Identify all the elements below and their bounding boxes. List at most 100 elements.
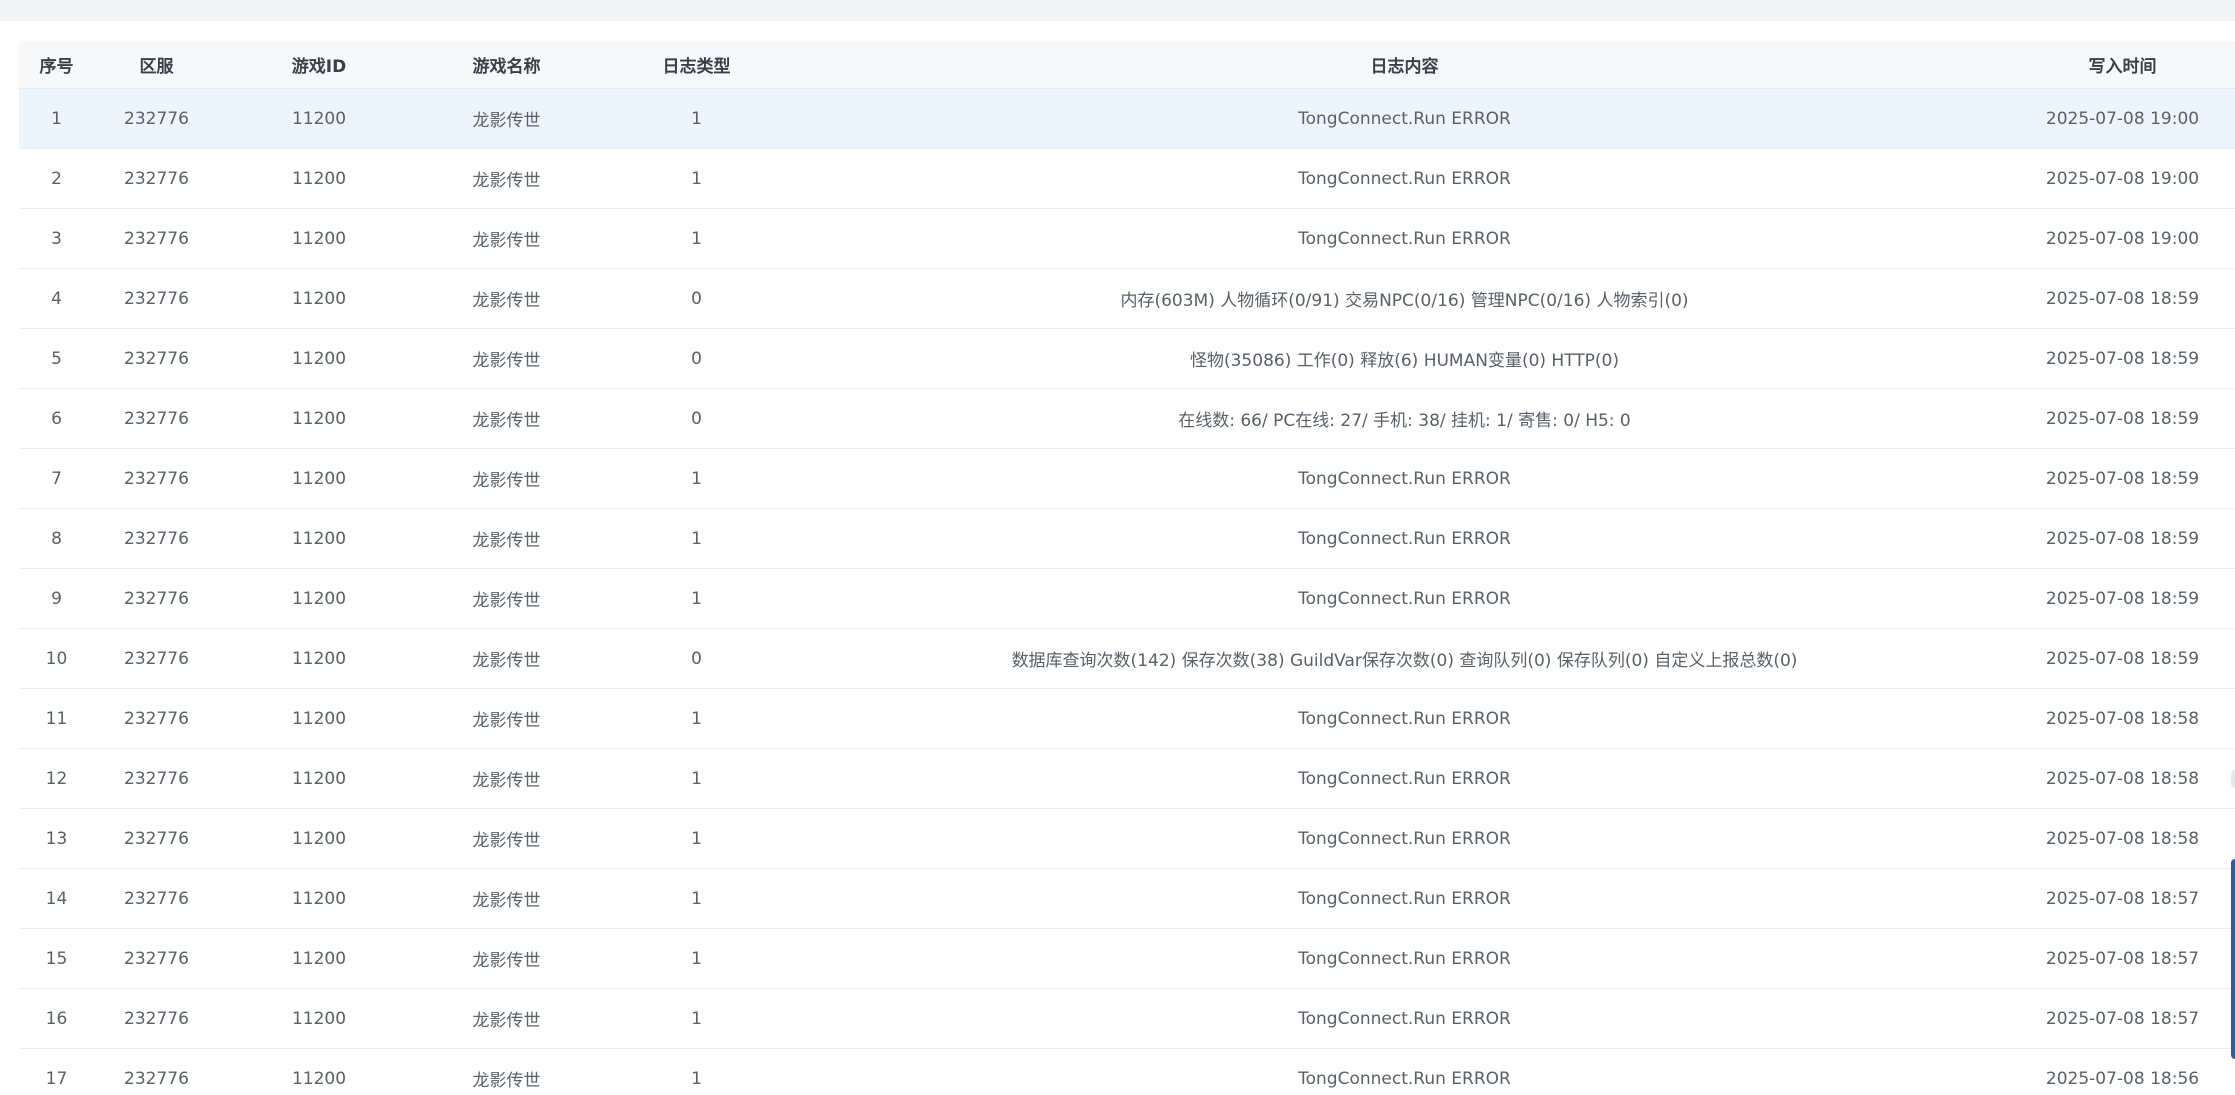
- cell-log-type: 1: [594, 448, 799, 509]
- cell-index: 9: [19, 568, 94, 629]
- cell-game-id: 11200: [219, 628, 419, 689]
- column-header-index[interactable]: 序号: [19, 41, 94, 89]
- cell-index: 13: [19, 808, 94, 869]
- column-header-server[interactable]: 区服: [94, 41, 219, 89]
- cell-game-name: 龙影传世: [419, 328, 594, 389]
- cell-game-name: 龙影传世: [419, 448, 594, 509]
- table-row[interactable]: 14 232776 11200 龙影传世 1 TongConnect.Run ERROR 2…: [19, 868, 2235, 929]
- table-row[interactable]: 13 232776 11200 龙影传世 1 TongConnect.Run ERROR 2…: [19, 808, 2235, 869]
- cell-log-content: TongConnect.Run ERROR: [799, 928, 2010, 989]
- cell-server: 232776: [94, 1048, 219, 1095]
- cell-game-id: 11200: [219, 1048, 419, 1095]
- cell-write-time: 2025-07-08 18:56: [2010, 1048, 2235, 1095]
- cell-game-id: 11200: [219, 868, 419, 929]
- cell-game-id: 11200: [219, 268, 419, 329]
- column-header-log-content[interactable]: 日志内容: [799, 41, 2010, 89]
- cell-log-type: 0: [594, 388, 799, 449]
- cell-log-type: 1: [594, 508, 799, 569]
- cell-write-time: 2025-07-08 19:00: [2010, 148, 2235, 209]
- table-row[interactable]: 1 232776 11200 龙影传世 1 TongConnect.Run ERROR 20…: [19, 88, 2235, 149]
- cell-write-time: 2025-07-08 18:59: [2010, 448, 2235, 509]
- cell-game-name: 龙影传世: [419, 868, 594, 929]
- cell-game-name: 龙影传世: [419, 1048, 594, 1095]
- table-row[interactable]: 16 232776 11200 龙影传世 1 TongConnect.Run ERROR 2…: [19, 988, 2235, 1049]
- cell-game-id: 11200: [219, 568, 419, 629]
- cell-write-time: 2025-07-08 18:59: [2010, 628, 2235, 689]
- table-row[interactable]: 17 232776 11200 龙影传世 1 TongConnect.Run ERROR 2…: [19, 1048, 2235, 1095]
- side-panel-handle[interactable]: [2231, 859, 2235, 1059]
- cell-log-content: TongConnect.Run ERROR: [799, 688, 2010, 749]
- cell-write-time: 2025-07-08 18:58: [2010, 748, 2235, 809]
- column-header-write-time[interactable]: 写入时间: [2010, 41, 2235, 89]
- cell-game-name: 龙影传世: [419, 988, 594, 1049]
- cell-log-content: TongConnect.Run ERROR: [799, 988, 2010, 1049]
- cell-log-content: 在线数: 66/ PC在线: 27/ 手机: 38/ 挂机: 1/ 寄售: 0/…: [799, 388, 2010, 449]
- cell-index: 14: [19, 868, 94, 929]
- cell-game-name: 龙影传世: [419, 508, 594, 569]
- cell-index: 5: [19, 328, 94, 389]
- column-header-game-id[interactable]: 游戏ID: [219, 41, 419, 89]
- cell-write-time: 2025-07-08 18:59: [2010, 328, 2235, 389]
- table-row[interactable]: 15 232776 11200 龙影传世 1 TongConnect.Run ERROR 2…: [19, 928, 2235, 989]
- table-row[interactable]: 12 232776 11200 龙影传世 1 TongConnect.Run ERROR 2…: [19, 748, 2235, 809]
- cell-server: 232776: [94, 748, 219, 809]
- cell-log-type: 1: [594, 928, 799, 989]
- table-row[interactable]: 9 232776 11200 龙影传世 1 TongConnect.Run ERROR 20…: [19, 568, 2235, 629]
- table-row[interactable]: 5 232776 11200 龙影传世 0 怪物(35086) 工作(0) 释放(6) H…: [19, 328, 2235, 389]
- cell-game-name: 龙影传世: [419, 688, 594, 749]
- cell-index: 1: [19, 88, 94, 149]
- cell-log-type: 1: [594, 1048, 799, 1095]
- cell-index: 4: [19, 268, 94, 329]
- cell-write-time: 2025-07-08 18:57: [2010, 868, 2235, 929]
- cell-game-name: 龙影传世: [419, 388, 594, 449]
- cell-game-name: 龙影传世: [419, 268, 594, 329]
- table-row[interactable]: 11 232776 11200 龙影传世 1 TongConnect.Run ERROR 2…: [19, 688, 2235, 749]
- cell-game-name: 龙影传世: [419, 928, 594, 989]
- cell-game-name: 龙影传世: [419, 568, 594, 629]
- cell-log-content: TongConnect.Run ERROR: [799, 808, 2010, 869]
- cell-server: 232776: [94, 328, 219, 389]
- table-row[interactable]: 7 232776 11200 龙影传世 1 TongConnect.Run ERROR 20…: [19, 448, 2235, 509]
- table-row[interactable]: 10 232776 11200 龙影传世 0 数据库查询次数(142) 保存次数(38) …: [19, 628, 2235, 689]
- cell-log-content: TongConnect.Run ERROR: [799, 748, 2010, 809]
- cell-game-id: 11200: [219, 688, 419, 749]
- cell-log-type: 1: [594, 568, 799, 629]
- cell-index: 15: [19, 928, 94, 989]
- cell-game-id: 11200: [219, 88, 419, 149]
- cell-index: 10: [19, 628, 94, 689]
- cell-server: 232776: [94, 808, 219, 869]
- cell-log-type: 1: [594, 208, 799, 269]
- cell-server: 232776: [94, 448, 219, 509]
- cell-game-id: 11200: [219, 388, 419, 449]
- cell-server: 232776: [94, 208, 219, 269]
- table-row[interactable]: 8 232776 11200 龙影传世 1 TongConnect.Run ERROR 20…: [19, 508, 2235, 569]
- cell-log-content: 内存(603M) 人物循环(0/91) 交易NPC(0/16) 管理NPC(0/…: [799, 268, 2010, 329]
- column-header-log-type[interactable]: 日志类型: [594, 41, 799, 89]
- cell-game-id: 11200: [219, 448, 419, 509]
- cell-log-content: TongConnect.Run ERROR: [799, 1048, 2010, 1095]
- cell-game-id: 11200: [219, 988, 419, 1049]
- table-row[interactable]: 4 232776 11200 龙影传世 0 内存(603M) 人物循环(0/91) 交易N…: [19, 268, 2235, 329]
- cell-write-time: 2025-07-08 18:57: [2010, 928, 2235, 989]
- cell-index: 6: [19, 388, 94, 449]
- cell-server: 232776: [94, 88, 219, 149]
- table-row[interactable]: 6 232776 11200 龙影传世 0 在线数: 66/ PC在线: 27/ 手机: …: [19, 388, 2235, 449]
- cell-game-id: 11200: [219, 328, 419, 389]
- table-row[interactable]: 3 232776 11200 龙影传世 1 TongConnect.Run ERROR 20…: [19, 208, 2235, 269]
- cell-server: 232776: [94, 928, 219, 989]
- table-header: 序号 区服 游戏ID 游戏名称 日志类型 日志内容 写入时间: [19, 41, 2235, 89]
- log-table: 序号 区服 游戏ID 游戏名称 日志类型 日志内容 写入时间 1 232776 11…: [19, 41, 2235, 1095]
- cell-log-type: 0: [594, 268, 799, 329]
- cell-server: 232776: [94, 868, 219, 929]
- table-row[interactable]: 2 232776 11200 龙影传世 1 TongConnect.Run ERROR 20…: [19, 148, 2235, 209]
- table-header-row: 序号 区服 游戏ID 游戏名称 日志类型 日志内容 写入时间: [19, 41, 2235, 89]
- cell-index: 3: [19, 208, 94, 269]
- column-header-game-name[interactable]: 游戏名称: [419, 41, 594, 89]
- cell-server: 232776: [94, 628, 219, 689]
- cell-log-content: TongConnect.Run ERROR: [799, 508, 2010, 569]
- cell-write-time: 2025-07-08 18:59: [2010, 388, 2235, 449]
- cell-write-time: 2025-07-08 18:58: [2010, 688, 2235, 749]
- cell-server: 232776: [94, 388, 219, 449]
- side-float-button[interactable]: [2231, 769, 2235, 789]
- cell-index: 16: [19, 988, 94, 1049]
